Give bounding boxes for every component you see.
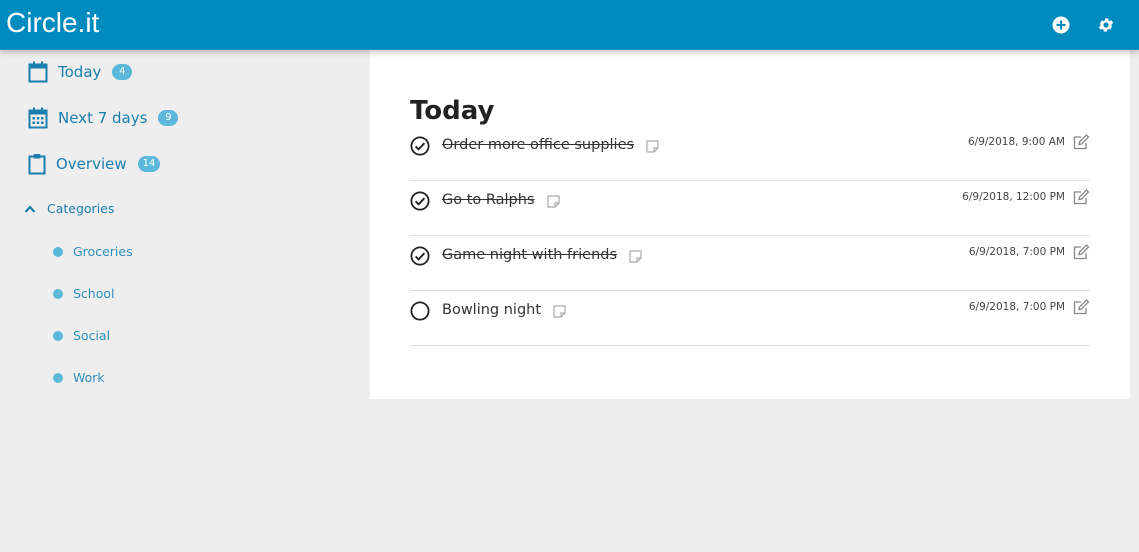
sidebar-item-label: Today: [58, 63, 102, 81]
checked-circle-icon[interactable]: [410, 246, 430, 266]
count-badge: 9: [158, 110, 179, 126]
categories-toggle[interactable]: Categories: [24, 201, 114, 216]
category-label: Groceries: [73, 244, 133, 259]
gear-icon[interactable]: [1097, 16, 1115, 34]
sidebar-item-label: Next 7 days: [58, 109, 148, 127]
edit-icon[interactable]: [1073, 134, 1090, 150]
task-row: Order more office supplies 6/9/2018, 9:0…: [410, 125, 1090, 181]
app-title[interactable]: Circle.it: [6, 6, 99, 40]
unchecked-circle-icon[interactable]: [410, 301, 430, 321]
category-item-social[interactable]: Social: [53, 328, 110, 343]
category-dot-icon: [53, 372, 63, 383]
note-icon[interactable]: [629, 249, 642, 263]
chevron-up-icon: [24, 204, 36, 213]
task-title-text: Game night with friends: [442, 247, 618, 263]
category-dot-icon: [53, 246, 63, 257]
edit-icon[interactable]: [1073, 189, 1090, 205]
task-title-text: Bowling night: [442, 302, 542, 318]
edit-icon[interactable]: [1073, 299, 1090, 315]
note-icon[interactable]: [546, 194, 560, 208]
task-title-text: Order more office supplies: [442, 137, 635, 153]
task-title[interactable]: Game night with friends: [442, 247, 642, 263]
sidebar-item-label: Overview: [56, 155, 127, 173]
checked-circle-icon[interactable]: [410, 136, 430, 156]
add-circle-icon[interactable]: [1052, 16, 1070, 34]
task-datetime: 6/9/2018, 12:00 PM: [962, 191, 1065, 203]
sidebar-item-next-7-days[interactable]: Next 7 days 9: [28, 107, 179, 129]
task-datetime: 6/9/2018, 7:00 PM: [968, 246, 1065, 258]
checked-circle-icon[interactable]: [410, 191, 430, 211]
page-title: Today: [410, 96, 495, 126]
task-title[interactable]: Go to Ralphs: [442, 192, 560, 208]
edit-icon[interactable]: [1073, 244, 1090, 260]
task-row: Game night with friends 6/9/2018, 7:00 P…: [410, 235, 1090, 291]
task-row: Bowling night 6/9/2018, 7:00 PM: [410, 290, 1090, 346]
calendar-grid-icon: [28, 107, 48, 129]
sidebar: Today 4 Next 7 days 9 Overview 14 Catego…: [0, 50, 370, 552]
task-datetime: 6/9/2018, 7:00 PM: [968, 301, 1065, 313]
category-label: School: [73, 286, 115, 301]
category-dot-icon: [53, 330, 63, 341]
task-title[interactable]: Order more office supplies: [442, 137, 659, 153]
note-icon[interactable]: [646, 139, 659, 153]
category-dot-icon: [53, 288, 63, 299]
calendar-icon: [28, 61, 48, 83]
category-item-work[interactable]: Work: [53, 370, 105, 385]
category-label: Social: [73, 328, 111, 343]
sidebar-item-today[interactable]: Today 4: [28, 61, 133, 83]
category-item-groceries[interactable]: Groceries: [53, 244, 133, 259]
category-item-school[interactable]: School: [53, 286, 115, 301]
task-title[interactable]: Bowling night: [442, 302, 566, 318]
note-icon[interactable]: [553, 304, 566, 318]
category-label: Work: [73, 370, 105, 385]
top-bar: Circle.it: [0, 0, 1139, 50]
task-datetime: 6/9/2018, 9:00 AM: [968, 136, 1065, 148]
task-row: Go to Ralphs 6/9/2018, 12:00 PM: [410, 180, 1090, 236]
task-title-text: Go to Ralphs: [442, 192, 535, 208]
sidebar-item-overview[interactable]: Overview 14: [28, 153, 161, 175]
count-badge: 4: [112, 64, 133, 80]
categories-label: Categories: [47, 201, 115, 216]
task-panel: Today Order more office supplies 6/9/201…: [370, 50, 1130, 399]
count-badge: 14: [137, 156, 161, 172]
clipboard-icon: [28, 154, 46, 175]
